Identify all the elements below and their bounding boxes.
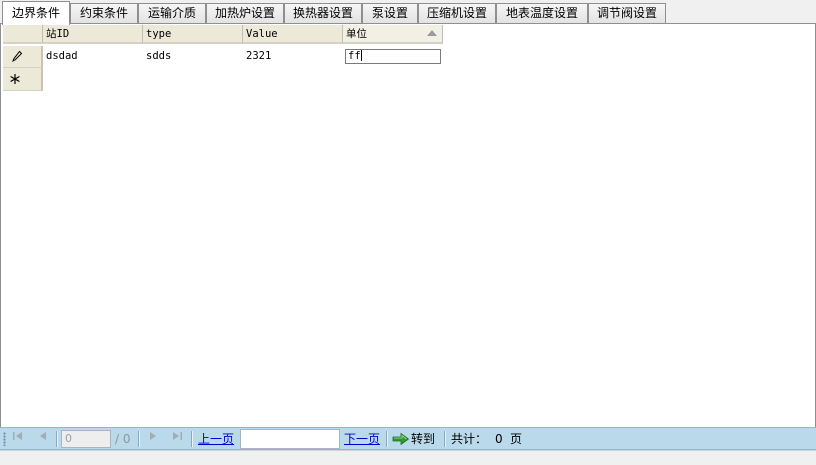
- green-arrow-icon: [392, 432, 410, 446]
- cell-value[interactable]: 2321: [243, 46, 343, 68]
- grid-corner-header: [3, 25, 43, 44]
- column-header-value[interactable]: Value: [243, 25, 343, 44]
- previous-page-link[interactable]: 上一页: [198, 431, 234, 447]
- total-pages-label: / 0: [115, 432, 131, 446]
- cell-unit-text: ff: [348, 50, 361, 62]
- next-page-icon[interactable]: [145, 431, 161, 447]
- row-header-new[interactable]: [3, 68, 43, 91]
- pager-toolbar: 0 / 0 上一页 下一页 转到 共计： 0 页: [0, 427, 816, 450]
- tab-control-valve-settings[interactable]: 调节阀设置: [588, 3, 666, 24]
- tab-transport-medium[interactable]: 运输介质: [138, 3, 206, 24]
- column-header-unit-label: 单位: [346, 28, 367, 40]
- current-page-input[interactable]: 0: [61, 430, 111, 448]
- column-header-station-id[interactable]: 站ID: [43, 25, 143, 44]
- tab-constraint-conditions[interactable]: 约束条件: [70, 3, 138, 24]
- toolbar-separator: [386, 431, 387, 447]
- tab-ground-temperature-settings[interactable]: 地表温度设置: [496, 3, 588, 24]
- pencil-icon: [12, 50, 23, 63]
- toolbar-separator: [138, 431, 139, 447]
- tab-heat-exchanger-settings[interactable]: 换热器设置: [284, 3, 362, 24]
- asterisk-icon: [10, 74, 20, 84]
- first-page-icon[interactable]: [10, 431, 26, 447]
- page-unit-label: 页: [510, 432, 523, 446]
- toolbar-grip[interactable]: [3, 432, 6, 446]
- text-caret: [360, 50, 362, 61]
- column-header-type[interactable]: type: [143, 25, 243, 44]
- cell-type[interactable]: sdds: [143, 46, 243, 68]
- cell-station-id[interactable]: dsdad: [43, 46, 143, 68]
- row-header-editing[interactable]: [3, 46, 43, 68]
- next-page-link[interactable]: 下一页: [344, 431, 380, 447]
- tab-pump-settings[interactable]: 泵设置: [362, 3, 418, 24]
- toolbar-separator: [191, 431, 192, 447]
- column-header-unit[interactable]: 单位: [343, 25, 443, 44]
- cell-unit-editor[interactable]: ff: [345, 49, 441, 64]
- tab-heater-settings[interactable]: 加热炉设置: [206, 3, 284, 24]
- total-count-value: 0: [495, 432, 503, 446]
- previous-page-icon[interactable]: [35, 431, 51, 447]
- toolbar-separator: [444, 431, 445, 447]
- tab-compressor-settings[interactable]: 压缩机设置: [418, 3, 496, 24]
- window-bottom-strip: [0, 450, 816, 465]
- tab-strip: 边界条件 约束条件 运输介质 加热炉设置 换热器设置 泵设置 压缩机设置 地表温…: [0, 0, 816, 25]
- goto-page-input[interactable]: [240, 429, 340, 449]
- tab-boundary-conditions[interactable]: 边界条件: [2, 1, 70, 25]
- tab-content-panel: 站ID type Value 单位 dsdad sdds 2321 ff: [0, 24, 816, 427]
- sort-ascending-icon: [427, 30, 437, 36]
- toolbar-separator: [56, 431, 57, 447]
- total-count-label: 共计：: [451, 432, 488, 446]
- goto-label: 转到: [411, 432, 436, 446]
- last-page-icon[interactable]: [169, 431, 185, 447]
